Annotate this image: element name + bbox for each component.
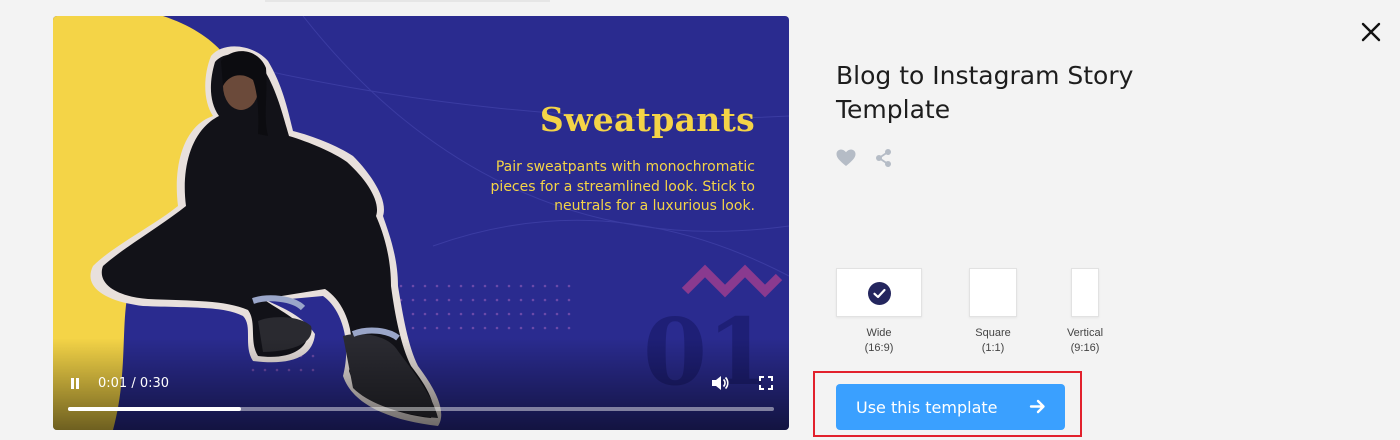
format-ratio: (1:1) xyxy=(981,342,1005,354)
heart-icon xyxy=(836,149,856,166)
fullscreen-icon xyxy=(759,376,773,390)
format-label: Vertical xyxy=(1066,327,1104,339)
format-label: Wide xyxy=(866,327,892,339)
volume-icon xyxy=(712,376,729,390)
video-progress-fill xyxy=(68,407,241,411)
top-divider xyxy=(265,0,550,2)
format-option-wide[interactable]: Wide (16:9) xyxy=(836,268,922,356)
use-template-label: Use this template xyxy=(856,398,998,417)
format-option-vertical[interactable]: Vertical (9:16) xyxy=(1059,268,1111,356)
share-icon xyxy=(876,149,891,167)
pause-icon xyxy=(71,378,79,389)
share-button[interactable] xyxy=(874,148,894,168)
close-button[interactable] xyxy=(1358,19,1384,45)
format-label: Square xyxy=(975,327,1011,339)
slide-headline: Sweatpants xyxy=(539,100,755,139)
format-option-square[interactable]: Square (1:1) xyxy=(962,268,1024,356)
format-thumbnail-square xyxy=(969,268,1017,317)
fullscreen-button[interactable] xyxy=(759,376,773,390)
video-progress-bar[interactable] xyxy=(68,407,774,411)
format-ratio: (9:16) xyxy=(1070,342,1100,354)
like-button[interactable] xyxy=(836,149,856,167)
template-video-preview[interactable]: Sweatpants Pair sweatpants with monochro… xyxy=(53,16,789,430)
close-icon xyxy=(1361,22,1381,42)
selected-check xyxy=(868,282,891,305)
check-icon xyxy=(873,288,886,299)
arrow-right-icon xyxy=(1029,398,1046,415)
volume-button[interactable] xyxy=(710,374,730,392)
zigzag-decoration xyxy=(681,264,783,298)
use-template-button[interactable]: Use this template xyxy=(836,384,1065,430)
template-title: Blog to Instagram Story Template xyxy=(836,61,1134,124)
slide-body-text: Pair sweatpants with monochromatic piece… xyxy=(490,159,755,214)
playback-time: 0:01 / 0:30 xyxy=(98,376,170,391)
format-thumbnail-vertical xyxy=(1071,268,1099,317)
format-ratio: (16:9) xyxy=(864,342,894,354)
format-thumbnail-wide xyxy=(836,268,922,317)
pause-button[interactable] xyxy=(67,374,83,392)
